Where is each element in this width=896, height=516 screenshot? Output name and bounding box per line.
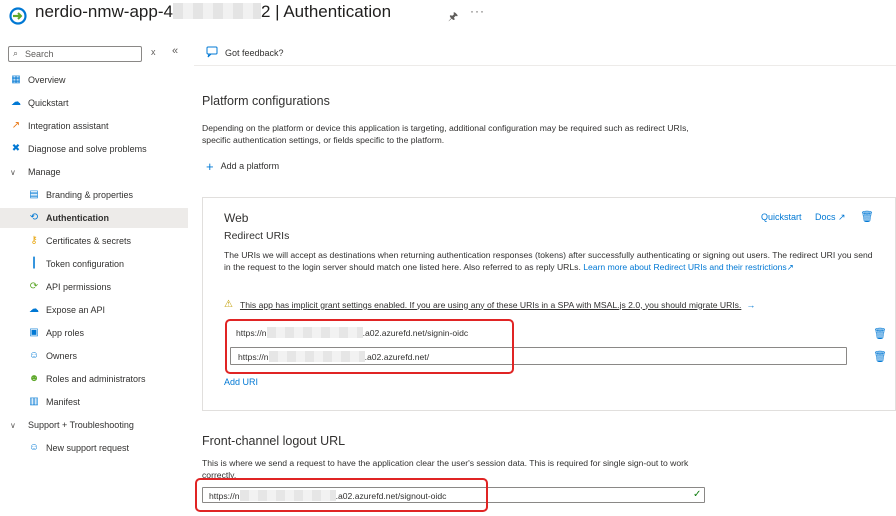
warning-text: This app has implicit grant settings ena… (239, 299, 742, 310)
plus-icon: + (206, 158, 214, 174)
sidebar-item-authentication[interactable]: ⟲ Authentication (0, 208, 188, 228)
add-platform-label: Add a platform (220, 161, 280, 171)
clear-search-icon[interactable]: x (151, 47, 156, 57)
sidebar-item-new-support-request[interactable]: ☺ New support request (0, 438, 188, 458)
wrench-icon: ✖ (11, 143, 21, 154)
warning-icon: ⚠ (224, 299, 233, 310)
quickstart-icon: ☁ (11, 97, 21, 108)
token-icon: ┃ (30, 258, 38, 269)
arrow-right-icon: → (746, 299, 756, 310)
roles-icon: ☻ (28, 373, 40, 384)
rocket-icon: ↗ (11, 120, 21, 131)
chevron-down-icon: ∨ (10, 167, 16, 177)
add-platform-button[interactable]: + Add a platform (206, 158, 280, 174)
platform-description: Depending on the platform or device this… (202, 123, 689, 145)
sidebar: ⌕ x « ▦ Overview ☁ Quickstart ↗ Integrat… (0, 40, 188, 516)
branding-icon: ▤ (29, 189, 39, 200)
redacted-text (172, 3, 261, 19)
sidebar-item-label: Integration assistant (28, 121, 109, 131)
sidebar-item-overview[interactable]: ▦ Overview (0, 70, 188, 90)
sidebar-item-label: API permissions (46, 282, 112, 292)
front-channel-logout-heading: Front-channel logout URL (202, 434, 346, 448)
delete-uri-icon[interactable]: 🗑 (873, 350, 887, 363)
page-title: nerdio-nmw-app-4 2 | Authentication (35, 2, 392, 21)
add-uri-link[interactable]: Add URI (224, 377, 258, 387)
chevron-down-icon: ∨ (10, 420, 16, 430)
sidebar-item-label: New support request (46, 443, 130, 453)
sidebar-item-quickstart[interactable]: ☁ Quickstart (0, 93, 188, 113)
delete-platform-icon[interactable]: 🗑 (860, 210, 874, 223)
external-link-icon: ↗ (786, 262, 794, 272)
app-registration-icon (9, 7, 27, 25)
external-link-icon: ↗ (838, 212, 846, 222)
search-input[interactable] (25, 48, 135, 60)
web-card-title: Web (224, 211, 249, 225)
main-content: Platform configurations Depending on the… (194, 70, 896, 516)
docs-label: Docs (815, 212, 836, 222)
sidebar-item-label: Diagnose and solve problems (28, 144, 147, 154)
support-icon: ☺ (28, 442, 40, 453)
redirect-uris-description: The URIs we will accept as destinations … (224, 249, 874, 273)
sidebar-item-label: Support + Troubleshooting (28, 420, 134, 430)
sidebar-item-token-configuration[interactable]: ┃ Token configuration (0, 254, 188, 274)
learn-more-link[interactable]: Learn more about Redirect URIs and their… (583, 262, 786, 272)
highlight-box (225, 319, 514, 374)
manifest-icon: ▥ (29, 396, 39, 407)
sidebar-item-label: Authentication (46, 213, 109, 223)
collapse-sidebar-icon[interactable]: « (172, 45, 178, 57)
app-roles-icon: ▣ (29, 327, 39, 338)
sidebar-item-label: Manage (28, 167, 61, 177)
ellipsis-icon[interactable]: ··· (470, 4, 485, 18)
search-icon: ⌕ (13, 48, 19, 58)
sidebar-item-label: App roles (46, 328, 85, 338)
sidebar-item-api-permissions[interactable]: ⟳ API permissions (0, 277, 188, 297)
sidebar-item-label: Branding & properties (46, 190, 134, 200)
highlight-box (195, 478, 488, 512)
docs-link[interactable]: Docs ↗ (815, 212, 846, 223)
sidebar-item-diagnose[interactable]: ✖ Diagnose and solve problems (0, 139, 188, 159)
sidebar-search[interactable]: ⌕ (8, 46, 142, 62)
sidebar-item-expose-api[interactable]: ☁ Expose an API (0, 300, 188, 320)
sidebar-item-integration-assistant[interactable]: ↗ Integration assistant (0, 116, 188, 136)
sidebar-item-label: Quickstart (28, 98, 69, 108)
cloud-icon: ☁ (29, 304, 39, 315)
key-icon: ⚷ (30, 235, 38, 246)
feedback-icon (206, 46, 218, 58)
sidebar-item-app-roles[interactable]: ▣ App roles (0, 323, 188, 343)
implicit-grant-warning[interactable]: ⚠ This app has implicit grant settings e… (224, 299, 755, 310)
sidebar-item-label: Overview (28, 75, 66, 85)
command-bar: Got feedback? (194, 40, 896, 66)
sidebar-item-label: Manifest (46, 397, 81, 407)
sidebar-item-label: Certificates & secrets (46, 236, 132, 246)
redirect-uris-heading: Redirect URIs (224, 230, 290, 242)
feedback-button[interactable]: Got feedback? (225, 48, 284, 58)
sidebar-item-certificates[interactable]: ⚷ Certificates & secrets (0, 231, 188, 251)
checkmark-icon: ✓ (693, 489, 702, 500)
platform-configurations-heading: Platform configurations (202, 94, 330, 108)
sidebar-item-label: Owners (46, 351, 78, 361)
quickstart-link[interactable]: Quickstart (761, 212, 802, 222)
sidebar-item-branding[interactable]: ▤ Branding & properties (0, 185, 188, 205)
owners-icon: ☺ (28, 350, 40, 361)
api-permissions-icon: ⟳ (29, 281, 39, 292)
delete-uri-icon[interactable]: 🗑 (873, 327, 887, 340)
authentication-icon: ⟲ (29, 212, 39, 223)
sidebar-item-owners[interactable]: ☺ Owners (0, 346, 188, 366)
sidebar-group-manage[interactable]: ∨ Manage (0, 162, 188, 182)
sidebar-item-label: Roles and administrators (46, 374, 146, 384)
sidebar-item-roles-administrators[interactable]: ☻ Roles and administrators (0, 369, 188, 389)
sidebar-item-label: Token configuration (46, 259, 125, 269)
sidebar-group-support[interactable]: ∨ Support + Troubleshooting (0, 415, 188, 435)
sidebar-item-manifest[interactable]: ▥ Manifest (0, 392, 188, 412)
page-header: nerdio-nmw-app-4 2 | Authentication 🖈 ··· (0, 0, 896, 28)
pin-icon[interactable]: 🖈 (448, 8, 458, 27)
sidebar-item-label: Expose an API (46, 305, 106, 315)
web-platform-card: Web Redirect URIs Quickstart Docs ↗ 🗑 Th… (202, 197, 896, 411)
overview-icon: ▦ (11, 74, 21, 85)
